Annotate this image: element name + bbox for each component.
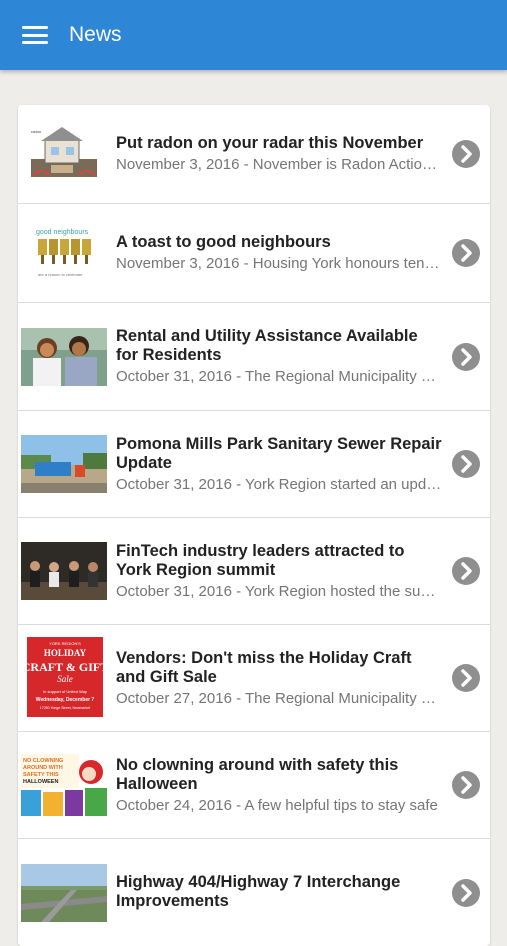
svg-text:YORK REGION'S: YORK REGION'S: [49, 641, 81, 646]
article-thumbnail: NO CLOWNING AROUND WITH SAFETY THIS HALL…: [21, 754, 107, 816]
chevron-right-icon[interactable]: [452, 771, 480, 799]
article-thumbnail: [21, 863, 107, 922]
article-title: Highway 404/Highway 7 Interchange Improv…: [116, 872, 401, 910]
article-snippet: October 27, 2016 - The Regional Municipa…: [116, 689, 444, 707]
news-item[interactable]: Rental and Utility Assistance Available …: [18, 303, 490, 411]
svg-text:Wednesday, December 7: Wednesday, December 7: [36, 697, 95, 703]
svg-text:In support of United Way: In support of United Way: [43, 689, 87, 694]
article-snippet: October 24, 2016 - A few helpful tips to…: [116, 796, 438, 814]
article-snippet: October 31, 2016 - York Region started a…: [116, 475, 444, 493]
article-title: Rental and Utility Assistance Available …: [116, 327, 418, 364]
article-snippet: November 3, 2016 - Housing York honours …: [116, 255, 444, 272]
news-item[interactable]: Pomona Mills Park Sanitary Sewer Repair …: [18, 411, 490, 518]
article-snippet: November 3, 2016 - November is Radon Act…: [116, 156, 444, 173]
chevron-right-icon[interactable]: [452, 342, 480, 371]
news-item[interactable]: YORK REGION'S HOLIDAY CRAFT & GIFT Sale …: [18, 625, 490, 732]
article-title: A toast to good neighbours: [116, 233, 331, 251]
top-app-bar: News: [0, 0, 507, 70]
chevron-right-icon[interactable]: [452, 878, 480, 907]
news-item[interactable]: NO CLOWNING AROUND WITH SAFETY THIS HALL…: [18, 732, 490, 839]
news-item[interactable]: FinTech industry leaders attracted to Yo…: [18, 518, 490, 625]
svg-text:SAFETY THIS: SAFETY THIS: [23, 772, 59, 778]
news-item[interactable]: radon Put radon on your radar this Novem…: [18, 105, 490, 204]
article-thumbnail: [21, 542, 107, 600]
svg-text:NO CLOWNING: NO CLOWNING: [23, 758, 63, 764]
svg-text:CRAFT & GIFT: CRAFT & GIFT: [22, 660, 107, 674]
svg-text:good neighbours: good neighbours: [36, 229, 89, 236]
hamburger-menu-icon[interactable]: [22, 26, 48, 44]
news-item[interactable]: good neighbours are a reason to celebrat…: [18, 204, 490, 303]
news-item[interactable]: Highway 404/Highway 7 Interchange Improv…: [18, 839, 490, 946]
svg-text:radon: radon: [31, 129, 41, 134]
svg-text:17250 Yonge Street, Newmarket: 17250 Yonge Street, Newmarket: [40, 706, 90, 710]
chevron-right-icon[interactable]: [452, 140, 480, 168]
svg-text:are a reason to celebrate: are a reason to celebrate: [38, 272, 83, 277]
svg-text:HALLOWEEN: HALLOWEEN: [23, 779, 58, 785]
article-thumbnail: [21, 327, 107, 386]
chevron-right-icon[interactable]: [452, 239, 480, 267]
article-thumbnail: YORK REGION'S HOLIDAY CRAFT & GIFT Sale …: [21, 637, 107, 719]
svg-text:Sale: Sale: [57, 674, 73, 684]
article-title: No clowning around with safety this Hall…: [116, 755, 399, 793]
chevron-right-icon[interactable]: [452, 557, 480, 585]
article-snippet: October 31, 2016 - York Region hosted th…: [116, 582, 444, 600]
article-thumbnail: radon: [21, 125, 107, 183]
article-title: FinTech industry leaders attracted to Yo…: [116, 541, 405, 579]
page-title: News: [69, 23, 122, 46]
article-thumbnail: good neighbours are a reason to celebrat…: [21, 224, 107, 282]
article-snippet: October 31, 2016 - The Regional Municipa…: [116, 368, 444, 385]
svg-text:HOLIDAY: HOLIDAY: [44, 648, 87, 658]
chevron-right-icon[interactable]: [452, 450, 480, 478]
article-title: Pomona Mills Park Sanitary Sewer Repair …: [116, 434, 442, 472]
article-title: Vendors: Don't miss the Holiday Craft an…: [116, 648, 412, 686]
chevron-right-icon[interactable]: [452, 664, 480, 692]
svg-text:AROUND WITH: AROUND WITH: [23, 765, 63, 771]
news-list: radon Put radon on your radar this Novem…: [18, 105, 490, 946]
article-title: Put radon on your radar this November: [116, 134, 424, 152]
article-thumbnail: [21, 435, 107, 493]
